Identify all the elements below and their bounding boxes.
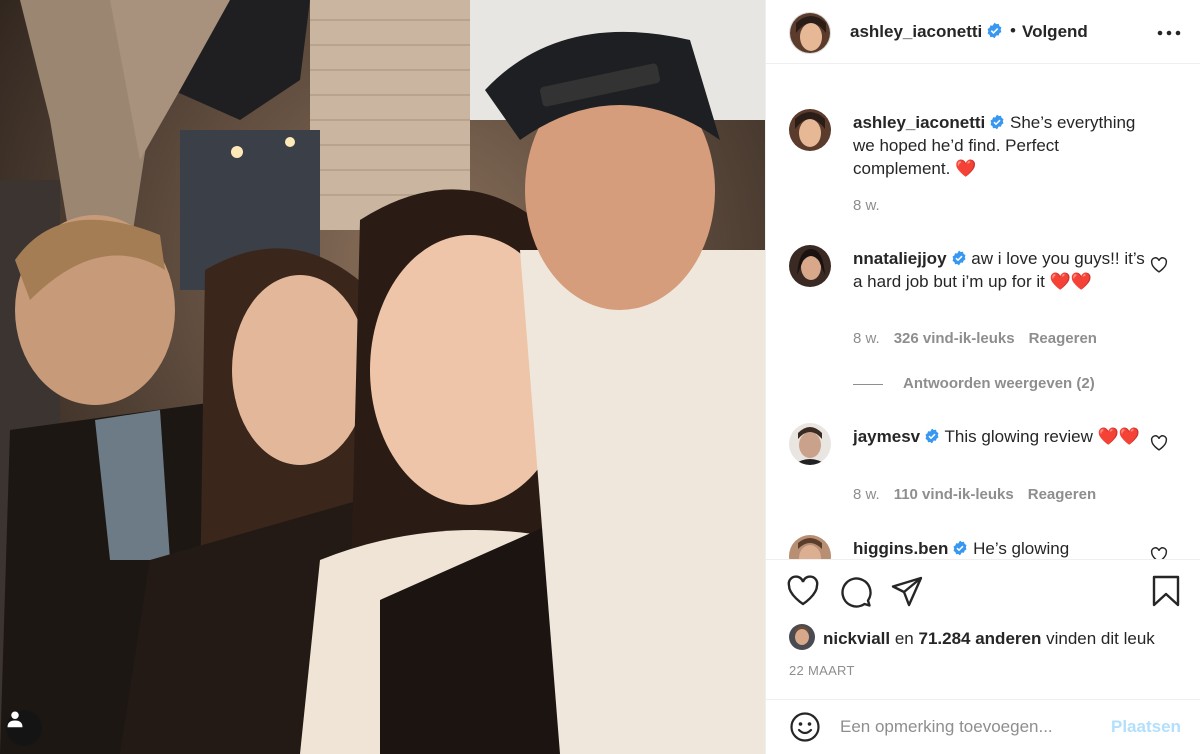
post-comment-button[interactable]: Plaatsen xyxy=(1111,717,1181,737)
verified-badge-icon xyxy=(987,22,1002,39)
emoji-smile-icon[interactable] xyxy=(789,711,821,743)
heart-icon[interactable] xyxy=(1150,547,1168,559)
post-side-panel: ashley_iaconetti • Volgend ashley_iacone… xyxy=(765,0,1200,754)
add-comment-bar: Plaatsen xyxy=(766,699,1200,754)
comment-likes-count[interactable]: 110 vind-ik-leuks xyxy=(894,486,1014,503)
post-photo[interactable] xyxy=(0,0,765,754)
commenter-avatar[interactable] xyxy=(789,245,831,287)
others-count-link[interactable]: 71.284 anderen xyxy=(919,629,1042,648)
heart-icon[interactable] xyxy=(1150,257,1168,273)
comment-username[interactable]: jaymesv xyxy=(853,427,920,446)
caption-username[interactable]: ashley_iaconetti xyxy=(853,113,985,132)
comment-age: 8 w. xyxy=(853,330,880,347)
view-replies-label: Antwoorden weergeven (2) xyxy=(903,375,1095,392)
likes-suffix: vinden dit leuk xyxy=(1046,629,1155,648)
post-header: ashley_iaconetti • Volgend xyxy=(766,0,1200,64)
bookmark-icon[interactable] xyxy=(1149,574,1183,608)
comment-username[interactable]: nnataliejjoy xyxy=(853,249,947,268)
commenter-avatar[interactable] xyxy=(789,423,831,465)
separator-dot: • xyxy=(1010,21,1016,40)
comments-list[interactable]: ashley_iaconetti She’s everything we hop… xyxy=(766,65,1200,559)
liker-avatar[interactable] xyxy=(789,624,815,650)
caption-age: 8 w. xyxy=(853,197,880,214)
user-tag-icon xyxy=(7,711,23,728)
comment-input[interactable] xyxy=(840,714,1100,740)
user-tags-button[interactable] xyxy=(6,710,42,746)
comment-username[interactable]: higgins.ben xyxy=(853,539,948,558)
comment-text: He’s glowing xyxy=(973,539,1070,558)
reply-button[interactable]: Reageren xyxy=(1029,330,1097,347)
comment-bubble-icon[interactable] xyxy=(838,574,872,608)
comment-age: 8 w. xyxy=(853,486,880,503)
replies-divider xyxy=(853,383,883,385)
reply-button[interactable]: Reageren xyxy=(1028,486,1096,503)
heart-icon[interactable] xyxy=(1150,435,1168,451)
author-username[interactable]: ashley_iaconetti xyxy=(850,22,1003,42)
view-replies-button[interactable]: Antwoorden weergeven (2) xyxy=(853,375,1095,392)
paper-plane-icon[interactable] xyxy=(890,574,924,608)
heart-icon[interactable] xyxy=(786,574,820,608)
liker-username[interactable]: nickviall xyxy=(823,629,890,648)
likes-summary: nickviall en 71.284 anderen vinden dit l… xyxy=(789,624,1155,650)
likes-connector: en xyxy=(894,629,914,648)
author-avatar[interactable] xyxy=(789,12,831,54)
follow-status-button[interactable]: Volgend xyxy=(1022,22,1088,42)
caption-author-avatar[interactable] xyxy=(789,109,831,151)
verified-badge-icon xyxy=(925,428,939,444)
comment-text: This glowing review ❤️❤️ xyxy=(944,427,1140,446)
verified-badge-icon xyxy=(952,250,965,266)
verified-badge-icon xyxy=(953,540,967,556)
post-actions: nickviall en 71.284 anderen vinden dit l… xyxy=(766,559,1200,699)
more-options-icon[interactable] xyxy=(1155,23,1183,43)
commenter-avatar[interactable] xyxy=(789,535,831,559)
verified-badge-icon xyxy=(990,114,1004,130)
post-date[interactable]: 22 MAART xyxy=(789,663,855,678)
group-selfie-image xyxy=(0,0,765,754)
comment-likes-count[interactable]: 326 vind-ik-leuks xyxy=(894,330,1015,347)
